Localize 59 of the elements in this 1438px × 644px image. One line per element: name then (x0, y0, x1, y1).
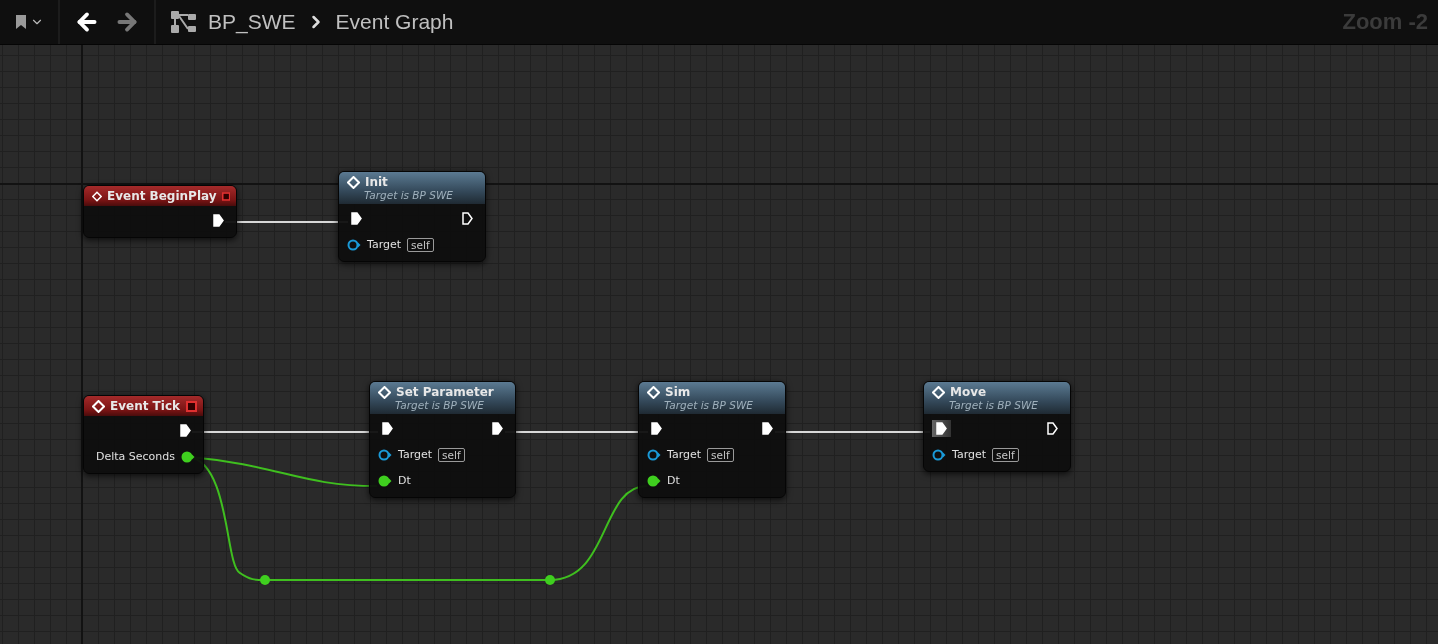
object-pin[interactable] (347, 238, 361, 251)
breadcrumb-item[interactable]: BP_SWE (208, 10, 296, 34)
object-pin[interactable] (378, 448, 392, 461)
reroute-knot[interactable] (260, 575, 270, 585)
float-pin[interactable] (647, 474, 661, 487)
exec-pin[interactable] (1047, 422, 1058, 435)
function-node[interactable]: Init Target is BP SWE Target self (338, 171, 486, 262)
exec-pin[interactable] (213, 214, 224, 227)
float-pin[interactable] (181, 450, 195, 463)
node-subtitle: Target is BP SWE (663, 399, 754, 411)
exec-pin[interactable] (651, 422, 662, 435)
node-subtitle: Target is BP SWE (394, 399, 485, 411)
node-title: Event Tick (110, 399, 180, 413)
exec-pin[interactable] (762, 422, 773, 435)
function-node[interactable]: Move Target is BP SWE Target self (923, 381, 1071, 472)
node-title: Set Parameter (396, 385, 494, 399)
default-value-field[interactable]: self (992, 447, 1019, 462)
function-icon (92, 399, 105, 413)
delegate-pin[interactable] (221, 190, 230, 202)
function-node[interactable]: Sim Target is BP SWE Target self Dt (638, 381, 786, 498)
pin-label: Dt (667, 474, 680, 487)
event-node[interactable]: Event BeginPlay (83, 185, 237, 238)
exec-pin[interactable] (180, 424, 191, 437)
node-subtitle: Target is BP SWE (363, 189, 454, 201)
node-title: Sim (665, 385, 691, 399)
pin-label: Dt (398, 474, 411, 487)
object-pin[interactable] (647, 448, 661, 461)
float-pin[interactable] (378, 474, 392, 487)
function-icon (92, 189, 102, 203)
pin-label: Target (367, 238, 402, 251)
delegate-pin[interactable] (186, 400, 197, 412)
function-icon (647, 385, 660, 399)
node-title: Event BeginPlay (106, 189, 217, 203)
default-value-field[interactable]: self (707, 447, 734, 462)
pin-label: Delta Seconds (95, 450, 175, 463)
default-value-field[interactable]: self (407, 237, 434, 252)
exec-pin[interactable] (462, 212, 473, 225)
function-icon (378, 385, 391, 399)
exec-pin[interactable] (492, 422, 503, 435)
reroute-knot[interactable] (545, 575, 555, 585)
function-icon (347, 175, 360, 189)
default-value-field[interactable]: self (438, 447, 465, 462)
node-title: Move (950, 385, 987, 399)
function-node[interactable]: Set Parameter Target is BP SWE Target self Dt (369, 381, 516, 498)
graph-canvas[interactable]: Event BeginPlay Init Target is BP SWE Target self Event Tick Delta Seconds Set Parameter Target is BP SWE Target self Dt Sim Target is BP SWE Target self Dt Move Target is BP SWE Target self (0, 45, 1438, 644)
graph-icon (170, 10, 198, 34)
bookmark-icon[interactable] (14, 14, 44, 30)
event-node[interactable]: Event Tick Delta Seconds (83, 395, 204, 474)
node-title: Init (365, 175, 388, 189)
function-icon (932, 385, 945, 399)
pin-label: Target (952, 448, 987, 461)
breadcrumb-item[interactable]: Event Graph (335, 10, 454, 34)
node-subtitle: Target is BP SWE (948, 399, 1039, 411)
exec-pin[interactable] (351, 212, 362, 225)
exec-pin[interactable] (382, 422, 393, 435)
object-pin[interactable] (932, 448, 946, 461)
exec-pin[interactable] (936, 422, 947, 435)
pin-label: Target (398, 448, 433, 461)
pin-label: Target (667, 448, 702, 461)
